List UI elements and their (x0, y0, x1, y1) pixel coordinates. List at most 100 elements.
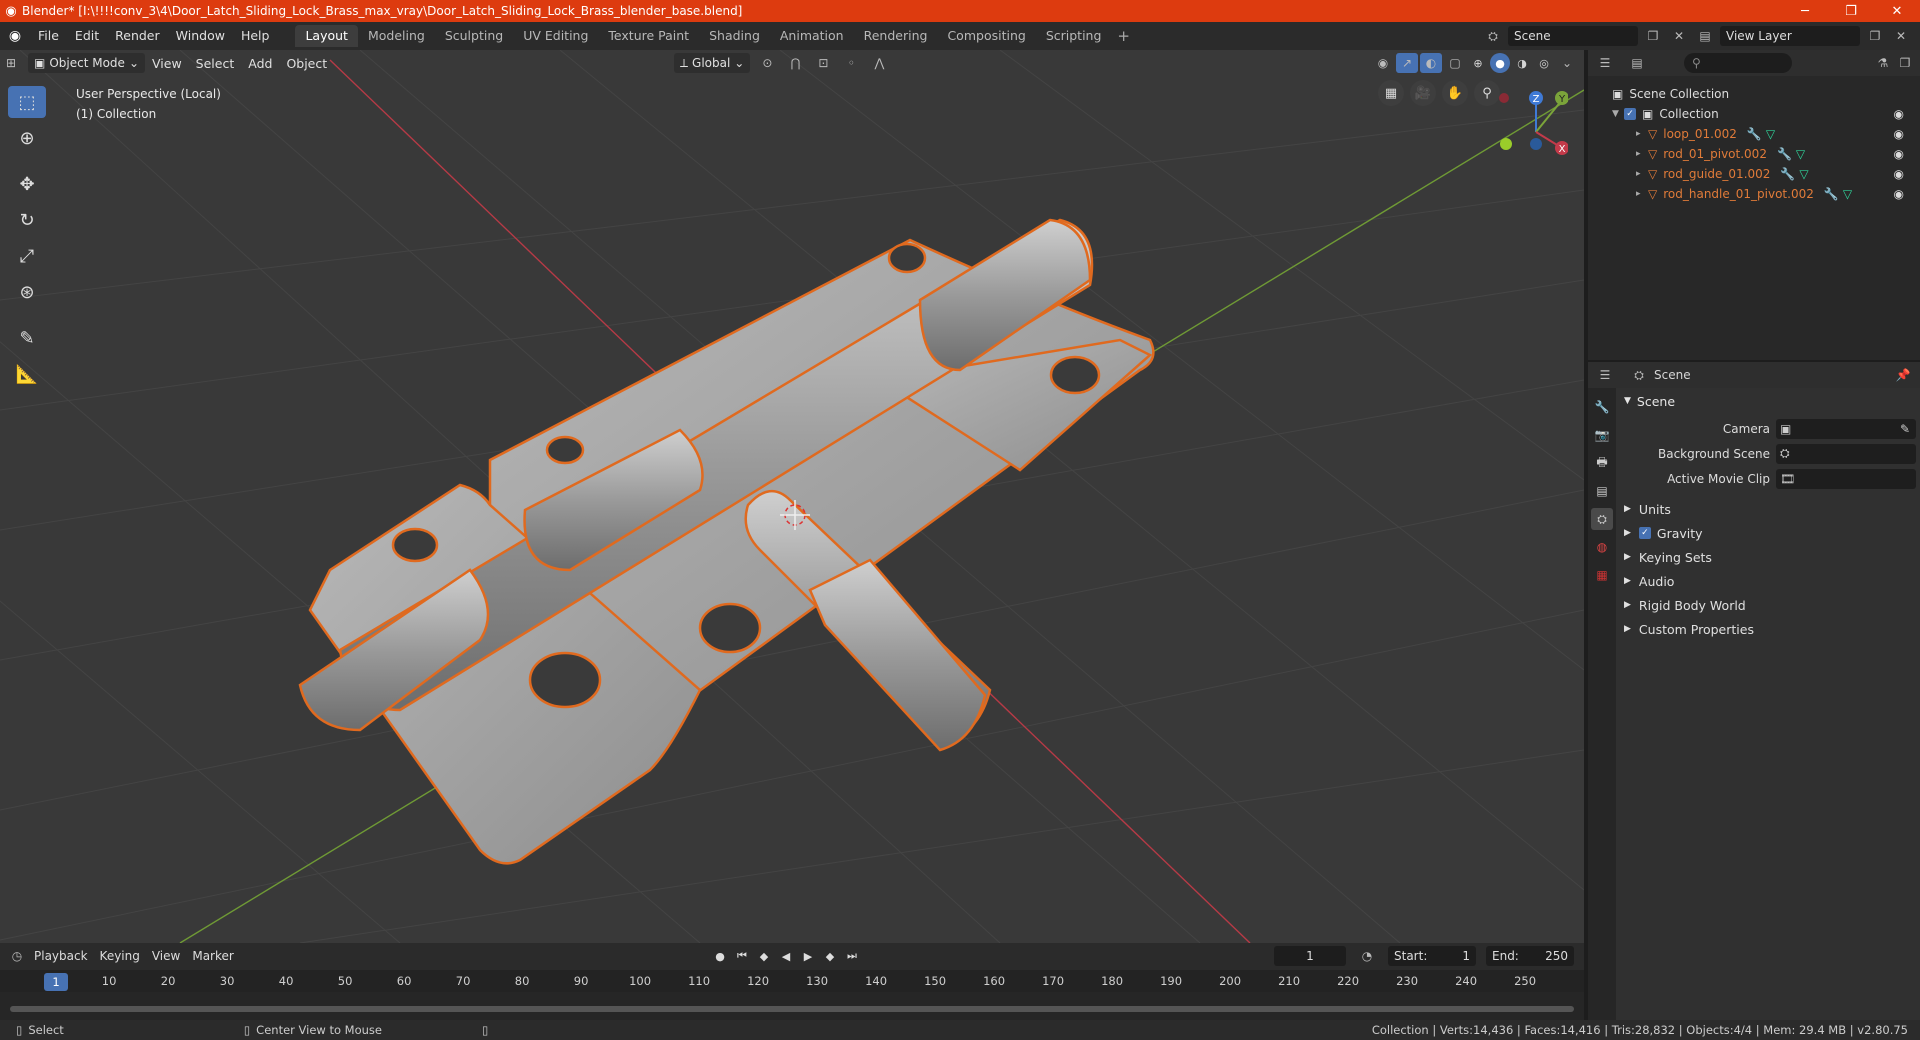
next-keyframe-icon[interactable]: ◆ (820, 946, 840, 966)
outliner-object[interactable]: ▸ ▽ rod_guide_01.002 🔧 ▽ ◉ (1588, 164, 1920, 184)
menu-help[interactable]: Help (233, 25, 278, 47)
rotate-tool-icon[interactable]: ↻ (8, 204, 46, 236)
3d-viewport[interactable]: ⊞ ▣ Object Mode ⌄ View Select Add Object ⟂… (0, 50, 1584, 943)
camera-view-icon[interactable]: 🎥 (1410, 80, 1436, 106)
outliner[interactable]: ☰ ▤ ⚲ ⚗ ❐ ▣ Scene Collection ▼ ✓ ▣ Colle… (1588, 50, 1920, 360)
tab-sculpting[interactable]: Sculpting (435, 25, 513, 47)
camera-field[interactable]: ▣ ✎ (1776, 418, 1916, 439)
overlays-icon[interactable]: ◐ (1420, 53, 1442, 73)
tab-shading[interactable]: Shading (699, 25, 770, 47)
menu-window[interactable]: Window (168, 25, 233, 47)
scene-render[interactable] (0, 50, 1584, 943)
select-box-tool-icon[interactable]: ⬚ (8, 86, 46, 118)
world-tab-icon[interactable]: ◍ (1591, 536, 1613, 558)
properties-editor[interactable]: ☰ ⛭ Scene 📌 🔧 📷 🖶 ▤ ⛭ ◍ ▦ ▼ Scene Camera … (1588, 362, 1920, 1020)
tab-texture-paint[interactable]: Texture Paint (598, 25, 699, 47)
audio-panel-header[interactable]: ▶ Audio (1618, 569, 1918, 593)
outliner-object[interactable]: ▸ ▽ loop_01.002 🔧 ▽ ◉ (1588, 124, 1920, 144)
view-layer-field[interactable]: View Layer (1720, 26, 1860, 46)
tab-scripting[interactable]: Scripting (1036, 25, 1112, 47)
outliner-editor-type-icon[interactable]: ☰ (1594, 53, 1616, 73)
tab-modeling[interactable]: Modeling (358, 25, 435, 47)
menu-edit[interactable]: Edit (67, 25, 107, 47)
object-mode-dropdown[interactable]: ▣ Object Mode ⌄ (28, 53, 145, 73)
snap-target-icon[interactable]: ⊡ (812, 53, 834, 73)
tab-layout[interactable]: Layout (295, 25, 358, 47)
pivot-point-icon[interactable]: ⊙ (756, 53, 778, 73)
end-frame-field[interactable]: End: 250 (1486, 946, 1574, 966)
rigid-body-world-panel-header[interactable]: ▶ Rigid Body World (1618, 593, 1918, 617)
output-tab-icon[interactable]: 🖶 (1591, 452, 1613, 474)
frame-ruler[interactable]: 1 10 20 30 40 50 60 70 80 90 100 110 120 130 140 150 160… (0, 970, 1584, 992)
properties-editor-type-icon[interactable]: ☰ (1594, 365, 1616, 385)
scale-tool-icon[interactable]: ⤢ (8, 240, 46, 272)
eye-icon[interactable]: ◉ (1894, 147, 1904, 161)
pan-view-icon[interactable]: ✋ (1442, 80, 1468, 106)
eye-icon[interactable]: ◉ (1894, 107, 1904, 121)
expand-triangle-icon[interactable]: ▸ (1636, 169, 1648, 179)
tool-tab-icon[interactable]: 🔧 (1591, 396, 1613, 418)
timeline-menu-marker[interactable]: Marker (186, 949, 239, 963)
keying-sets-panel-header[interactable]: ▶ Keying Sets (1618, 545, 1918, 569)
falloff-icon[interactable]: ⋀ (868, 53, 890, 73)
scene-name-field[interactable]: Scene (1508, 26, 1638, 46)
solid-shading-icon[interactable]: ● (1490, 53, 1510, 73)
current-frame-marker[interactable]: 1 (44, 973, 68, 991)
outliner-search-input[interactable]: ⚲ (1684, 53, 1792, 73)
add-workspace-button[interactable]: + (1111, 25, 1136, 47)
tab-rendering[interactable]: Rendering (854, 25, 938, 47)
wireframe-shading-icon[interactable]: ⊕ (1468, 53, 1488, 73)
timeline-menu-keying[interactable]: Keying (94, 949, 146, 963)
view-layer-icon[interactable]: ▤ (1694, 26, 1716, 46)
eyedropper-icon[interactable]: ✎ (1900, 422, 1910, 436)
gravity-panel-header[interactable]: ▶ ✓ Gravity (1618, 521, 1918, 545)
gravity-checkbox[interactable]: ✓ (1638, 527, 1651, 539)
annotate-tool-icon[interactable]: ✎ (8, 322, 46, 354)
new-view-layer-icon[interactable]: ❐ (1864, 26, 1886, 46)
pin-icon[interactable]: 📌 (1892, 365, 1914, 385)
units-panel-header[interactable]: ▶ Units (1618, 497, 1918, 521)
prev-keyframe-icon[interactable]: ◆ (754, 946, 774, 966)
expand-triangle-icon[interactable]: ▸ (1636, 149, 1648, 159)
move-tool-icon[interactable]: ✥ (8, 168, 46, 200)
expand-triangle-icon[interactable]: ▸ (1636, 129, 1648, 139)
maximize-button[interactable]: ❐ (1828, 0, 1874, 22)
view-layer-tab-icon[interactable]: ▤ (1591, 480, 1613, 502)
delete-view-layer-icon[interactable]: ✕ (1890, 26, 1912, 46)
measure-tool-icon[interactable]: 📐 (8, 358, 46, 390)
latch-model[interactable] (298, 218, 1155, 865)
eye-icon[interactable]: ◉ (1894, 167, 1904, 181)
tab-uv-editing[interactable]: UV Editing (513, 25, 598, 47)
custom-properties-panel-header[interactable]: ▶ Custom Properties (1618, 617, 1918, 641)
gizmo-icon[interactable]: ↗ (1396, 53, 1418, 73)
snap-icon[interactable]: ⋂ (784, 53, 806, 73)
viewport-menu-view[interactable]: View (145, 56, 189, 71)
movie-clip-field[interactable]: 🎞 (1776, 468, 1916, 489)
tab-animation[interactable]: Animation (770, 25, 854, 47)
axis-orientation-gizmo[interactable]: Z Y X (1496, 84, 1568, 156)
outliner-scene-collection[interactable]: ▣ Scene Collection (1588, 84, 1920, 104)
display-mode-icon[interactable]: ▤ (1626, 53, 1648, 73)
play-icon[interactable]: ▶ (798, 946, 818, 966)
outliner-object[interactable]: ▸ ▽ rod_handle_01_pivot.002 🔧 ▽ ◉ (1588, 184, 1920, 204)
transform-orientation-dropdown[interactable]: ⟂ Global ⌄ (674, 53, 751, 73)
record-icon[interactable]: ● (710, 946, 730, 966)
new-scene-icon[interactable]: ❐ (1642, 26, 1664, 46)
background-scene-field[interactable]: ⛭ (1776, 443, 1916, 464)
scene-panel-header[interactable]: ▼ Scene (1618, 390, 1918, 412)
viewport-menu-select[interactable]: Select (189, 56, 242, 71)
toggle-camera-ortho-icon[interactable]: ▦ (1378, 80, 1404, 106)
expand-triangle-icon[interactable]: ▼ (1612, 109, 1624, 119)
shading-options-icon[interactable]: ⌄ (1556, 53, 1578, 73)
play-reverse-icon[interactable]: ◀ (776, 946, 796, 966)
menu-file[interactable]: File (30, 25, 67, 47)
editor-type-icon[interactable]: ⊞ (0, 53, 22, 73)
expand-triangle-icon[interactable]: ▸ (1636, 189, 1648, 199)
timeline-editor[interactable]: ◷ Playback Keying View Marker ● ⏮ ◆ ◀ ▶ … (0, 943, 1584, 1020)
filter-icon[interactable]: ⚗ (1872, 53, 1894, 73)
timeline-scrollbar[interactable] (10, 1006, 1574, 1012)
render-tab-icon[interactable]: 📷 (1591, 424, 1613, 446)
timeline-menu-playback[interactable]: Playback (28, 949, 94, 963)
rendered-shading-icon[interactable]: ◎ (1534, 53, 1554, 73)
viewport-menu-object[interactable]: Object (279, 56, 334, 71)
